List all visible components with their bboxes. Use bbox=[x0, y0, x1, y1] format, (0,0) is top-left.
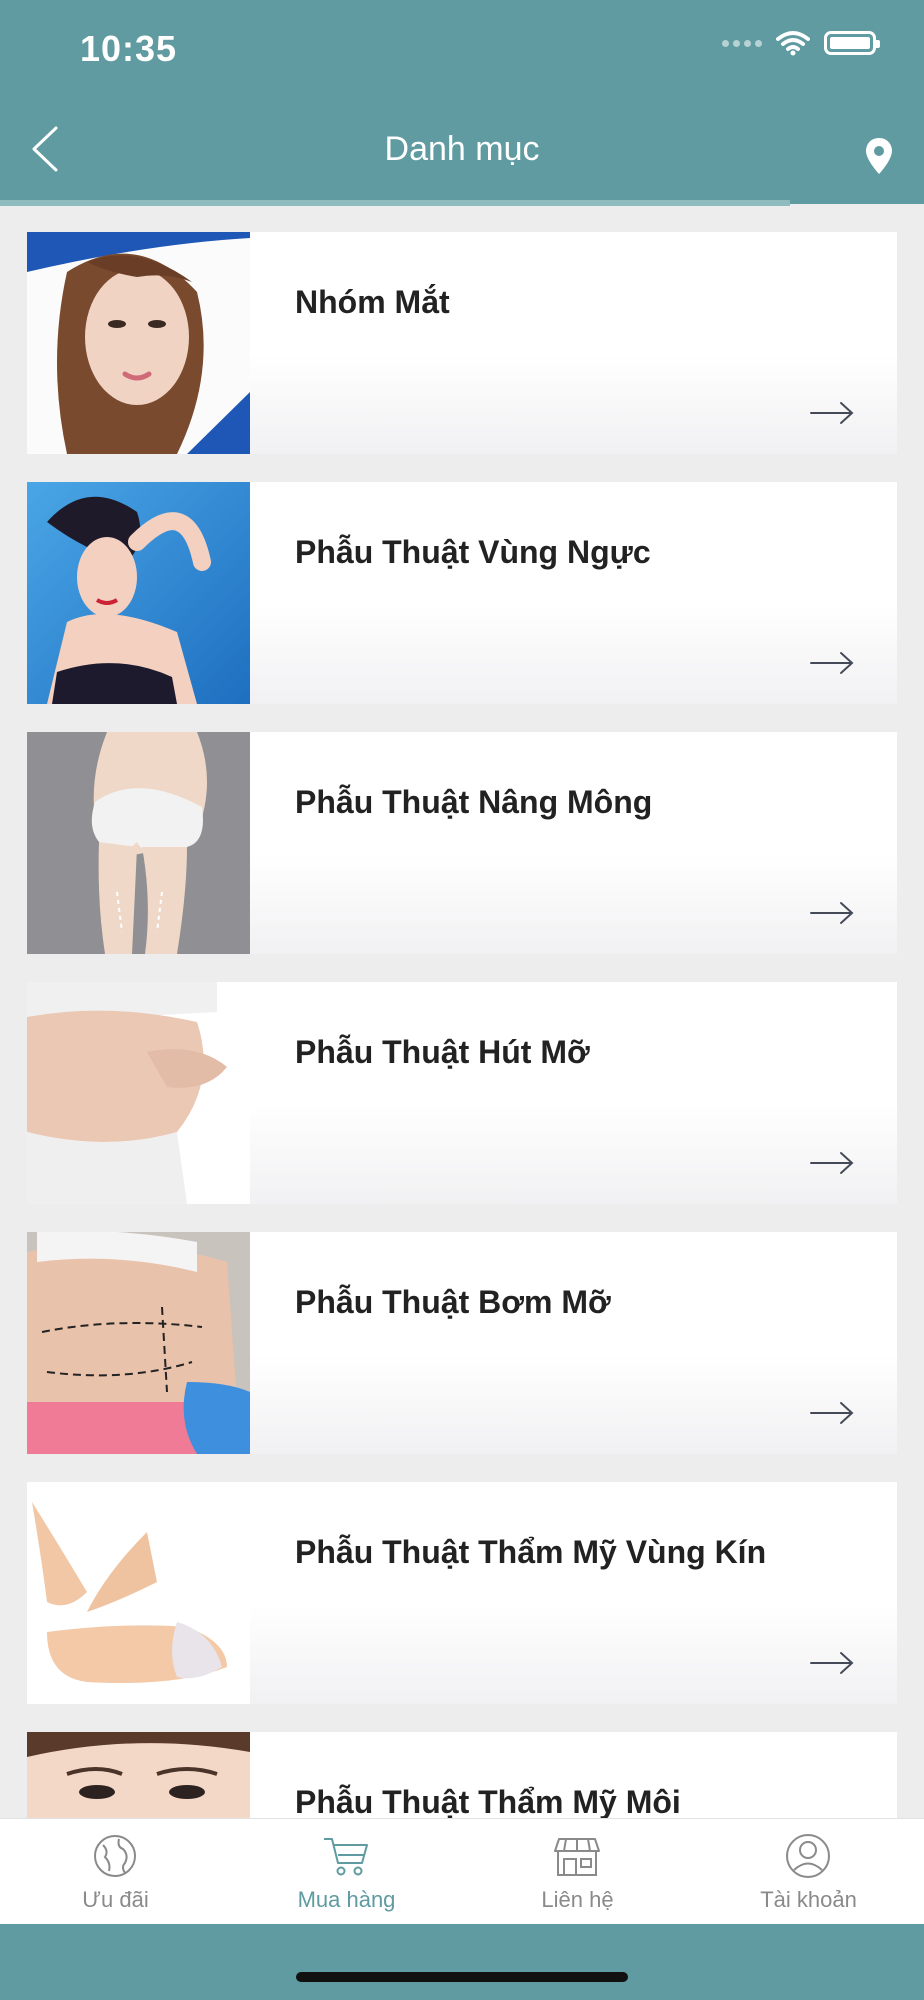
tab-tai-khoan[interactable]: Tài khoản bbox=[693, 1819, 924, 1925]
category-title: Nhóm Mắt bbox=[295, 284, 450, 320]
battery-icon bbox=[824, 31, 880, 55]
status-icons bbox=[722, 30, 880, 56]
cellular-signal-icon bbox=[722, 39, 762, 47]
category-card[interactable]: Phẫu Thuật Bơm Mỡ bbox=[27, 1232, 897, 1454]
globe-icon bbox=[94, 1835, 136, 1877]
category-card[interactable]: Nhóm Mắt bbox=[27, 232, 897, 454]
category-image bbox=[27, 482, 250, 704]
tab-label: Liên hệ bbox=[541, 1887, 614, 1912]
category-list[interactable]: Nhóm Mắt Phẫu Thuật Vùng Ngực Phẫu Thuật… bbox=[0, 206, 924, 1818]
tab-label: Tài khoản bbox=[760, 1887, 857, 1912]
tab-uu-dai[interactable]: Ưu đãi bbox=[0, 1819, 231, 1925]
category-image bbox=[27, 1482, 250, 1704]
bottom-tab-bar: Ưu đãi Mua hàng Liên hệ Tài khoản bbox=[0, 1818, 924, 1925]
arrow-right-icon[interactable] bbox=[809, 1150, 855, 1176]
home-indicator[interactable] bbox=[296, 1972, 628, 1982]
tab-label: Mua hàng bbox=[297, 1887, 396, 1912]
category-card[interactable]: Phẫu Thuật Vùng Ngực bbox=[27, 482, 897, 704]
status-time: 10:35 bbox=[80, 28, 178, 69]
category-image bbox=[27, 1732, 250, 1818]
nav-header: 10:35 Danh mục bbox=[0, 0, 924, 206]
arrow-right-icon[interactable] bbox=[809, 650, 855, 676]
category-card[interactable]: Phẫu Thuật Nâng Mông bbox=[27, 732, 897, 954]
category-image bbox=[27, 232, 250, 454]
page-title: Danh mục bbox=[384, 130, 540, 168]
category-image bbox=[27, 982, 250, 1204]
location-pin-icon[interactable] bbox=[864, 136, 894, 176]
store-icon bbox=[554, 1838, 600, 1876]
arrow-right-icon[interactable] bbox=[809, 1400, 855, 1426]
user-icon bbox=[786, 1834, 830, 1878]
category-card[interactable]: Phẫu Thuật Thẩm Mỹ Môi bbox=[27, 1732, 897, 1818]
category-image bbox=[27, 1232, 250, 1454]
arrow-right-icon[interactable] bbox=[809, 400, 855, 426]
category-title: Phẫu Thuật Thẩm Mỹ Môi bbox=[295, 1784, 681, 1818]
arrow-right-icon[interactable] bbox=[809, 900, 855, 926]
arrow-right-icon[interactable] bbox=[809, 1650, 855, 1676]
tab-lien-he[interactable]: Liên hệ bbox=[462, 1819, 693, 1925]
cart-icon bbox=[324, 1838, 368, 1876]
category-title: Phẫu Thuật Hút Mỡ bbox=[295, 1034, 590, 1070]
wifi-icon bbox=[776, 31, 810, 56]
category-card[interactable]: Phẫu Thuật Thẩm Mỹ Vùng Kín bbox=[27, 1482, 897, 1704]
category-title: Phẫu Thuật Nâng Mông bbox=[295, 784, 653, 820]
tab-label: Ưu đãi bbox=[82, 1887, 149, 1912]
category-title: Phẫu Thuật Thẩm Mỹ Vùng Kín bbox=[295, 1534, 767, 1570]
category-title: Phẫu Thuật Vùng Ngực bbox=[295, 534, 651, 570]
category-image bbox=[27, 732, 250, 954]
tab-mua-hang[interactable]: Mua hàng bbox=[231, 1819, 462, 1925]
category-title: Phẫu Thuật Bơm Mỡ bbox=[295, 1284, 611, 1320]
category-card[interactable]: Phẫu Thuật Hút Mỡ bbox=[27, 982, 897, 1204]
home-indicator-area bbox=[0, 1924, 924, 2000]
